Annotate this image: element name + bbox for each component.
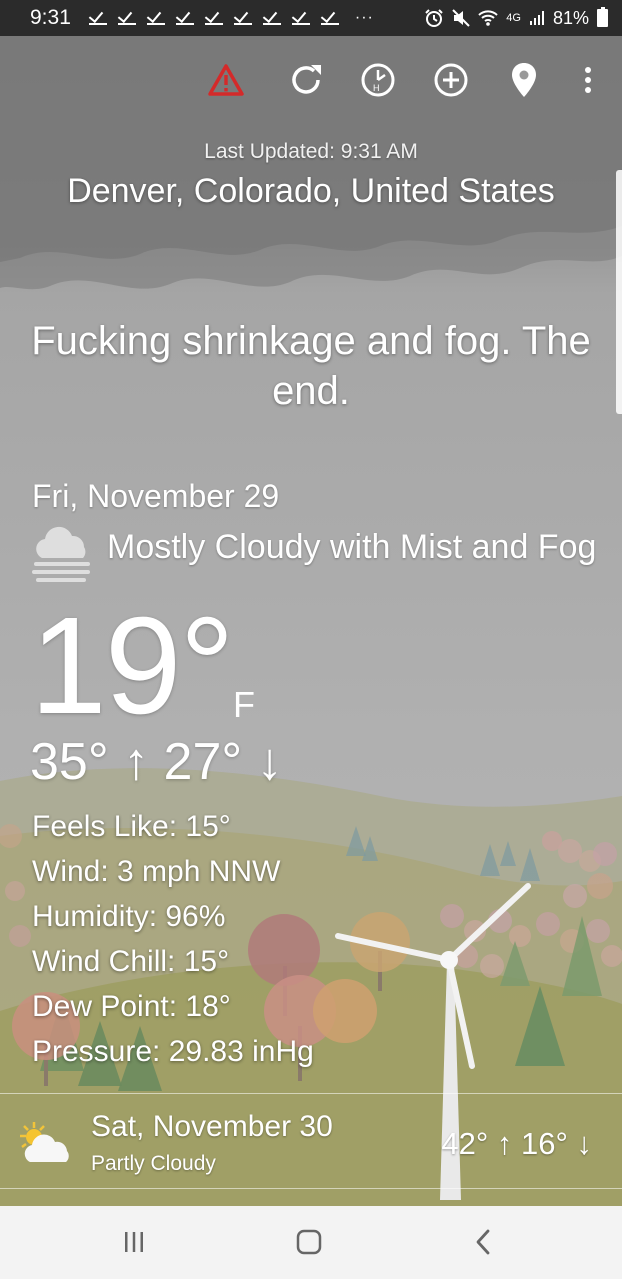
check-notification-icon [233, 11, 254, 25]
history-clock-icon[interactable]: H [356, 58, 400, 102]
battery-icon [597, 7, 608, 27]
check-notification-icon [262, 11, 283, 25]
navigation-bar [0, 1206, 622, 1279]
back-icon[interactable] [463, 1224, 503, 1260]
svg-text:H: H [373, 83, 380, 93]
alert-icon[interactable] [204, 58, 248, 102]
wind-chill: Wind Chill: 15° [32, 945, 230, 978]
forecast-high-low: 42° ↑ 16° ↓ [441, 1126, 592, 1161]
refresh-icon[interactable] [284, 58, 328, 102]
wind: Wind: 3 mph NNW [32, 855, 281, 888]
dew-point: Dew Point: 18° [32, 990, 231, 1023]
network-type: 4G [506, 12, 521, 24]
scrollbar[interactable] [616, 170, 622, 414]
pressure: Pressure: 29.83 inHg [32, 1035, 314, 1068]
weather-quote: Fucking shrinkage and fog. The end. [31, 319, 591, 413]
battery-percent: 81% [552, 7, 589, 28]
check-notification-icon [146, 11, 167, 25]
signal-icon [529, 11, 544, 25]
partly-cloudy-icon [20, 1122, 69, 1162]
current-temperature: 19° [30, 589, 235, 743]
notification-icons [88, 11, 341, 25]
weather-app: H Last Updated: 9:31 AM Denver, Colorado… [0, 36, 622, 1206]
temperature-unit[interactable]: F [233, 684, 255, 726]
weather-details: Feels Like: 15° Wind: 3 mph NNW Humidity… [32, 804, 314, 1074]
mute-icon [452, 9, 470, 27]
status-bar: 9:31 ··· 4G 81% [0, 0, 622, 36]
toolbar: H [0, 58, 622, 102]
forecast-row[interactable]: Sat, November 30 Partly Cloudy 42° ↑ 16°… [0, 1093, 622, 1189]
today-high-low: 35° ↑ 27° ↓ [30, 733, 283, 791]
forecast-date: Sat, November 30 [91, 1110, 333, 1143]
more-notifications-indicator: ··· [354, 9, 374, 26]
alarm-icon [425, 9, 443, 27]
overflow-menu-icon[interactable] [566, 58, 610, 102]
feels-like: Feels Like: 15° [32, 810, 231, 843]
cloud-fog-icon [32, 526, 90, 582]
today-date: Fri, November 29 [32, 478, 280, 514]
recent-apps-icon[interactable] [114, 1224, 154, 1260]
humidity: Humidity: 96% [32, 900, 226, 933]
check-notification-icon [88, 11, 109, 25]
today-condition: Mostly Cloudy with Mist and Fog [107, 528, 597, 566]
last-updated: Last Updated: 9:31 AM [204, 140, 418, 163]
location-name[interactable]: Denver, Colorado, United States [0, 172, 622, 211]
location-pin-icon[interactable] [502, 58, 546, 102]
check-notification-icon [320, 11, 341, 25]
add-location-icon[interactable] [429, 58, 473, 102]
forecast-condition: Partly Cloudy [91, 1152, 216, 1175]
wifi-icon [478, 10, 498, 26]
check-notification-icon [291, 11, 312, 25]
home-icon[interactable] [289, 1224, 329, 1260]
status-time: 9:31 [30, 6, 71, 29]
check-notification-icon [117, 11, 138, 25]
check-notification-icon [175, 11, 196, 25]
check-notification-icon [204, 11, 225, 25]
